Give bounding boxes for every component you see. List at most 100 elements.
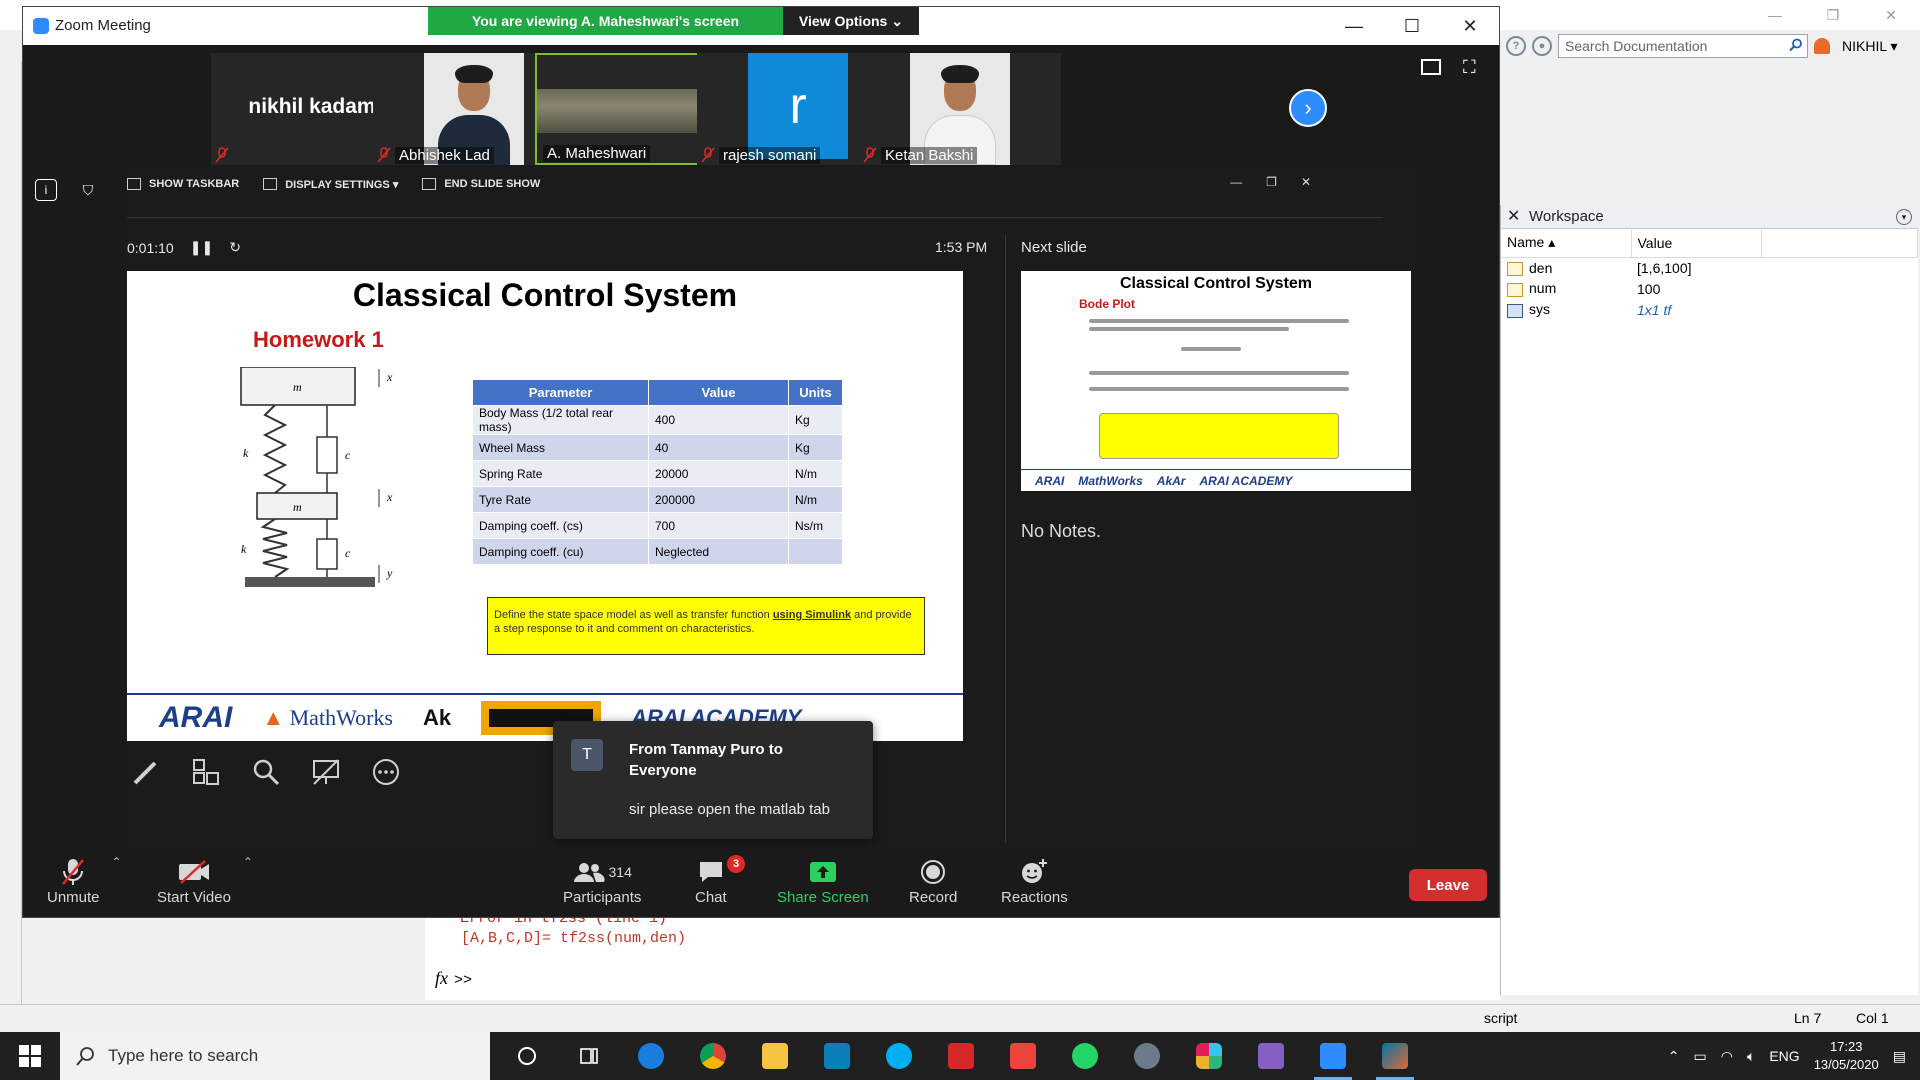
anydesk-icon[interactable]	[992, 1032, 1054, 1080]
chevron-up-icon[interactable]: ⌃	[243, 855, 253, 869]
notification-icon[interactable]: ▤	[1893, 1048, 1906, 1065]
cortana-icon[interactable]	[496, 1032, 558, 1080]
column-header-name[interactable]: Name ▴	[1501, 229, 1632, 258]
text-line	[1089, 327, 1289, 331]
timer-value: 0:01:10	[127, 239, 174, 256]
display-settings-button[interactable]: DISPLAY SETTINGS ▾	[263, 178, 398, 191]
taskbar-apps	[496, 1032, 1426, 1080]
pause-icon[interactable]: ❚❚	[190, 239, 213, 256]
battery-icon[interactable]: ▭	[1693, 1048, 1706, 1065]
table-row: Tyre Rate 200000 N/m	[472, 486, 843, 513]
community-icon[interactable]: ●	[1532, 36, 1552, 56]
more-options-icon[interactable]	[367, 753, 405, 791]
table-row[interactable]: sys 1x1 tf	[1501, 299, 1918, 320]
close-icon[interactable]: ✕	[1507, 205, 1520, 229]
chrome-icon[interactable]	[682, 1032, 744, 1080]
start-video-button[interactable]: Start Video ⌃	[157, 855, 253, 906]
zoom-app-icon[interactable]	[1302, 1032, 1364, 1080]
next-slide-preview: Classical Control System Bode Plot ARAI …	[1021, 271, 1411, 491]
all-slides-icon[interactable]	[187, 753, 225, 791]
share-screen-button[interactable]: Share Screen	[777, 855, 869, 906]
leave-meeting-button[interactable]: Leave	[1409, 869, 1487, 901]
avatar: T	[571, 739, 603, 771]
zoom-window-controls: — ☐ ✕	[1325, 7, 1499, 45]
command-window[interactable]: Error in tf2ss (line 1) [A,B,C,D]= tf2ss…	[425, 910, 1500, 1000]
windows-logo-icon	[19, 1045, 41, 1067]
workspace-title: Workspace	[1529, 208, 1604, 225]
record-label: Record	[909, 889, 958, 906]
fullscreen-icon[interactable]: ⛶	[1463, 57, 1483, 77]
matlab-app-icon[interactable]	[1364, 1032, 1426, 1080]
unmute-button[interactable]: Unmute ⌃	[47, 855, 122, 906]
participant-strip: nikhil kadam Abhishek Lad A. Maheshwari …	[23, 45, 1499, 167]
chevron-up-icon[interactable]: ⌃	[1668, 1048, 1680, 1065]
next-participants-button[interactable]: ›	[1289, 89, 1327, 127]
language-indicator[interactable]: ENG	[1769, 1048, 1799, 1064]
volume-icon[interactable]: 🔈︎	[1747, 1048, 1755, 1065]
minimize-icon[interactable]: —	[1746, 0, 1804, 30]
file-explorer-icon[interactable]	[744, 1032, 806, 1080]
start-button[interactable]	[0, 1032, 60, 1080]
reset-icon[interactable]: ↻	[229, 239, 241, 256]
zoom-titlebar: Zoom Meeting You are viewing A. Maheshwa…	[23, 7, 1499, 45]
table-row[interactable]: den [1,6,100]	[1501, 257, 1918, 278]
security-shield-icon[interactable]: ⛉	[77, 179, 99, 201]
table-row[interactable]: num 100	[1501, 278, 1918, 299]
participants-button[interactable]: 314 Participants	[563, 855, 641, 906]
skype-icon[interactable]	[868, 1032, 930, 1080]
chevron-down-icon[interactable]: ▾	[1896, 209, 1912, 225]
close-icon[interactable]: ✕	[1862, 0, 1920, 30]
restore-icon[interactable]: ❐	[1266, 175, 1277, 189]
matlab-left-panel	[0, 62, 22, 1022]
user-menu[interactable]: NIKHIL ▾	[1842, 38, 1898, 55]
display-icon	[263, 178, 278, 190]
taskbar-search-input[interactable]: Type here to search	[60, 1032, 490, 1080]
matlab-status-bar: script Ln 7 Col 1	[0, 1004, 1920, 1032]
workspace-table: Name ▴ Value den [1,6,100] num 100 sys 1…	[1501, 229, 1918, 320]
record-button[interactable]: Record	[909, 855, 957, 906]
network-tool-icon[interactable]	[1116, 1032, 1178, 1080]
whatsapp-icon[interactable]	[1054, 1032, 1116, 1080]
reactions-button[interactable]: Reactions	[1001, 855, 1068, 906]
command-prompt[interactable]: fx >>	[435, 968, 472, 989]
end-slide-show-button[interactable]: END SLIDE SHOW	[422, 178, 540, 190]
show-taskbar-button[interactable]: SHOW TASKBAR	[127, 178, 239, 190]
wifi-icon[interactable]: ◠	[1721, 1048, 1733, 1065]
restore-icon[interactable]: ❐	[1804, 0, 1862, 30]
matlab-toolstrip: ? ● Search Documentation NIKHIL ▾	[1500, 30, 1920, 62]
chevron-up-icon[interactable]: ⌃	[111, 855, 121, 869]
var-name: den	[1529, 259, 1553, 276]
disp-y-label: y	[386, 566, 393, 580]
arai-logo: ARAI	[159, 701, 233, 734]
help-icon[interactable]: ?	[1506, 36, 1526, 56]
chevron-down-icon: ⌄	[891, 12, 904, 29]
documentation-search-input[interactable]: Search Documentation	[1558, 34, 1808, 58]
chat-button[interactable]: 3 Chat	[695, 855, 745, 906]
task-view-icon[interactable]	[558, 1032, 620, 1080]
notification-icon[interactable]	[1814, 38, 1830, 54]
pen-icon[interactable]	[127, 753, 165, 791]
minimize-icon[interactable]: —	[1230, 175, 1242, 189]
zoom-in-icon[interactable]	[247, 753, 285, 791]
close-icon[interactable]: ✕	[1441, 7, 1499, 45]
layout-toggle-icon[interactable]	[1421, 59, 1441, 75]
view-options-button[interactable]: View Options ⌄	[783, 7, 919, 35]
slack-icon[interactable]	[1178, 1032, 1240, 1080]
taskbar-clock[interactable]: 17:23 13/05/2020	[1814, 1038, 1879, 1074]
meeting-controls: Unmute ⌃ Start Video ⌃ 314 Participants …	[23, 849, 1499, 917]
edge-icon[interactable]	[620, 1032, 682, 1080]
arduino-icon[interactable]	[806, 1032, 868, 1080]
black-screen-icon[interactable]	[307, 753, 345, 791]
show-taskbar-label: SHOW TASKBAR	[149, 178, 240, 190]
text-line	[1089, 387, 1349, 391]
visual-studio-icon[interactable]	[1240, 1032, 1302, 1080]
app-red-icon[interactable]	[930, 1032, 992, 1080]
column-header-value[interactable]: Value	[1631, 229, 1762, 258]
minimize-icon[interactable]: —	[1325, 7, 1383, 45]
close-icon[interactable]: ✕	[1301, 175, 1311, 189]
participant-tile-ketan-bakshi[interactable]: Ketan Bakshi	[859, 53, 1061, 165]
chat-notification[interactable]: T From Tanmay Puro to Everyone sir pleas…	[553, 721, 873, 839]
maximize-icon[interactable]: ☐	[1383, 7, 1441, 45]
video-off-icon	[178, 860, 209, 884]
meeting-info-icon[interactable]: i	[35, 179, 57, 201]
